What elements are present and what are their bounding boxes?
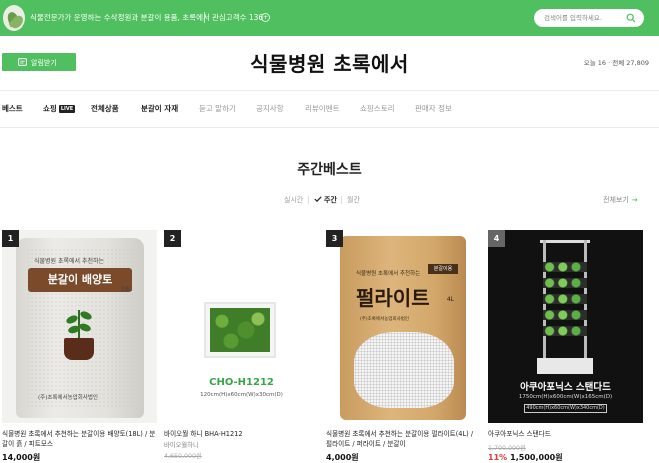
product-brand: 바이오월하니 [164, 442, 199, 449]
period-weekly-label: 주간 [324, 196, 337, 204]
view-all-label: 전체보기 [603, 196, 629, 204]
rank-badge: 1 [2, 230, 19, 247]
product-image[interactable]: 4 아쿠아포닉스 스탠다드 1750cm(H)x600cm(W)x165cm(D… [488, 230, 643, 423]
nav-item-repotting[interactable]: 분갈이 자재 [141, 103, 178, 114]
bag-label: 분갈이 배양토 [28, 268, 132, 292]
product-name[interactable]: 아쿠아포닉스 스탠다드 [488, 430, 643, 440]
aquaponics-size-2: 490cm(H)x60cm(W)x340cm(D) [524, 404, 607, 413]
search-input[interactable] [544, 12, 624, 24]
product-card[interactable]: 4 아쿠아포닉스 스탠다드 1750cm(H)x600cm(W)x165cm(D… [488, 230, 643, 463]
wall-planter-illustration [204, 302, 276, 358]
perlite-bag-illustration: 분갈이용 식물병원 초록에서 추천하는 펄라이트 4L (주)초록에서농업회사법… [340, 236, 466, 420]
nav-item-review-event[interactable]: 리뷰이벤트 [305, 103, 340, 114]
search-box[interactable] [534, 9, 644, 27]
interest-add-icon[interactable]: + [261, 13, 270, 22]
discount-rate: 11% [488, 453, 508, 462]
product-card[interactable]: 2 CHO-H1212 120cm(H)x60cm(W)x30cm(D) 바이오… [164, 230, 319, 463]
product-price: 1,500,000원 [510, 453, 563, 462]
original-price: 4,650,000원 [164, 453, 202, 460]
nav-bottom-divider [0, 127, 659, 128]
aquaponics-rack-illustration [537, 240, 593, 374]
product-price: 14,000원 [2, 453, 41, 462]
period-separator [341, 196, 342, 204]
product-price-row: 11% 1,500,000원 [488, 452, 563, 463]
nav-item-seller-info[interactable]: 판매자 정보 [415, 103, 452, 114]
nav-item-best[interactable]: 베스트 [2, 103, 23, 114]
period-weekly[interactable]: 주간 [314, 195, 337, 205]
top-bar: 식물전문가가 운영하는 수삭정원과 분갈이 용품, 초록에서 관심고객수 136… [0, 0, 659, 36]
period-realtime[interactable]: 실시간 [284, 195, 303, 205]
product-name[interactable]: 식물병원 초록에서 추천하는 분갈이용 펄라이트(4L) / 펄라이트 / 퍼라… [326, 430, 481, 449]
topbar-divider [204, 12, 205, 23]
planter-size: 120cm(H)x60cm(W)x30cm(D) [200, 392, 283, 398]
product-name[interactable]: 식물병원 초록에서 추천하는 분갈이용 배양토(18L) / 분갈이 흙 / 피… [2, 430, 157, 449]
product-price: 4,000원 [326, 453, 359, 462]
nav-item-qna[interactable]: 듣고 맡하기 [199, 103, 236, 114]
soil-bag-illustration: 식물병원 초록에서 추천하는 분갈이 배양토 18L (주)초록에서농업회사법인 [16, 238, 144, 418]
nav-item-shopping-story[interactable]: 쇼핑스토리 [360, 103, 395, 114]
weekly-best-title: 주간베스트 [297, 162, 362, 178]
nav-item-all-products[interactable]: 전체상품 [91, 103, 119, 114]
bag-label: 펄라이트 [356, 286, 430, 310]
product-card[interactable]: 1 식물병원 초록에서 추천하는 분갈이 배양토 18L (주)초록에서농업회사… [2, 230, 157, 463]
planter-model: CHO-H1212 [209, 377, 274, 388]
nav-item-notice[interactable]: 공지사항 [256, 103, 284, 114]
period-separator [308, 196, 309, 204]
bag-info: (주)초록에서농업회사법인 [360, 317, 410, 322]
rank-badge: 4 [488, 230, 505, 247]
bag-top-text: 식물병원 초록에서 추천하는 [34, 258, 105, 265]
rank-badge: 3 [326, 230, 343, 247]
product-image[interactable]: 3 분갈이용 식물병원 초록에서 추천하는 펄라이트 4L (주)초록에서농업회… [326, 230, 481, 423]
store-tagline: 식물전문가가 운영하는 수삭정원과 분갈이 용품, 초록에서 [30, 13, 210, 22]
bag-volume: 18L [121, 286, 132, 293]
bag-bottom-text: (주)초록에서농업회사법인 [38, 395, 98, 401]
product-card[interactable]: 3 분갈이용 식물병원 초록에서 추천하는 펄라이트 4L (주)초록에서농업회… [326, 230, 481, 463]
search-icon[interactable] [626, 13, 636, 23]
bag-tag: 분갈이용 [428, 264, 458, 274]
product-image[interactable]: 1 식물병원 초록에서 추천하는 분갈이 배양토 18L (주)초록에서농업회사… [2, 230, 157, 423]
view-all-link[interactable]: 전체보기 → [603, 195, 638, 205]
check-icon [314, 196, 322, 203]
original-price: 1,700,000원 [488, 445, 526, 452]
period-monthly[interactable]: 월간 [347, 195, 360, 205]
nav-top-divider [0, 90, 659, 91]
visitor-count: 오늘 16 · 전체 27,809 [583, 59, 649, 67]
main-nav: 베스트 쇼핑 LIVE 전체상품 분갈이 자재 듣고 맡하기 공지사항 리뷰이벤트… [0, 103, 659, 115]
aquaponics-title: 아쿠아포닉스 스탠다드 [520, 382, 611, 393]
interest-count: 관심고객수 136 [212, 13, 264, 22]
arrow-right-icon: → [631, 196, 638, 204]
bag-volume: 4L [446, 296, 454, 303]
product-image[interactable]: 2 CHO-H1212 120cm(H)x60cm(W)x30cm(D) [164, 230, 319, 423]
product-name[interactable]: 바이오월 하니 BHA-H1212 [164, 430, 319, 440]
rank-badge: 2 [164, 230, 181, 247]
site-title[interactable]: 식물병원 초록에서 [0, 48, 659, 77]
live-badge: LIVE [58, 105, 76, 113]
nav-item-shopping[interactable]: 쇼핑 LIVE [43, 103, 76, 114]
store-avatar[interactable] [3, 5, 25, 31]
nav-item-shopping-label: 쇼핑 [43, 104, 57, 113]
aquaponics-size: 1750cm(H)x600cm(W)x165cm(D) [518, 394, 613, 400]
bag-top-text: 식물병원 초록에서 추천하는 [356, 271, 421, 277]
